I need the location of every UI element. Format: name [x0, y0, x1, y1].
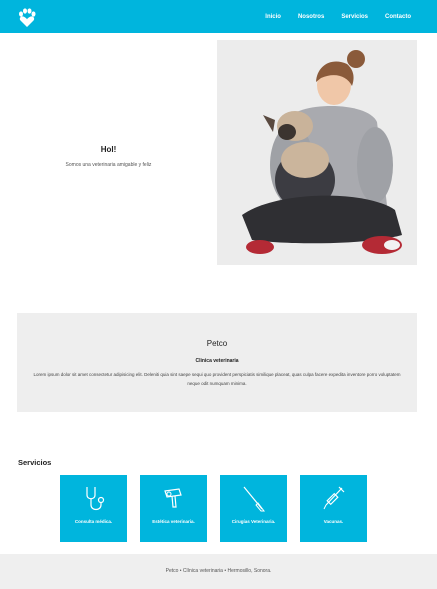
paw-heart-icon[interactable] — [17, 8, 37, 28]
service-label: Vacunas. — [323, 519, 344, 524]
service-label: Estética veterinaria. — [152, 519, 195, 524]
nav-link-inicio[interactable]: Inicio — [265, 14, 281, 20]
services-cards: Consulta médica. Estética veterinaria. C… — [60, 475, 380, 542]
service-card-consulta[interactable]: Consulta médica. — [60, 475, 127, 542]
nav-links: Inicio Nosotros Servicios Contacto — [248, 14, 411, 20]
nav-link-contacto[interactable]: Contacto — [385, 14, 411, 20]
service-card-estetica[interactable]: Estética veterinaria. — [140, 475, 207, 542]
service-label: Consulta médica. — [74, 519, 113, 524]
services-title: Servicios — [18, 458, 52, 467]
about-section: Petco Clinica veterinaria Lorem ipsum do… — [17, 313, 417, 412]
about-subtitle: Clinica veterinaria — [195, 358, 239, 364]
service-card-vacunas[interactable]: Vacunas. — [300, 475, 367, 542]
nav-link-servicios[interactable]: Servicios — [341, 14, 368, 20]
footer: Petco • Clínica veterinaria • Hermosillo… — [0, 554, 437, 589]
about-body: Lorem ipsum dolor sit amet consectetur a… — [33, 372, 401, 386]
hero-subtitle: Somos una veterinaria amigable y feliz — [65, 162, 152, 168]
nav-link-nosotros[interactable]: Nosotros — [298, 14, 324, 20]
navbar: Inicio Nosotros Servicios Contacto — [0, 0, 437, 33]
hero-title: Hol! — [100, 145, 117, 154]
about-title: Petco — [206, 339, 228, 348]
hero-section: Hol! Somos una veterinaria amigable y fe… — [0, 145, 217, 168]
syringe-icon — [323, 486, 345, 510]
footer-text: Petco • Clínica veterinaria • Hermosillo… — [165, 568, 272, 574]
scalpel-icon — [243, 486, 265, 512]
service-label: Cirugías Veterinaria. — [231, 519, 276, 524]
hero-photo-woman-with-dog — [217, 40, 417, 265]
hair-dryer-icon — [164, 488, 182, 508]
hero-illustration — [217, 40, 417, 265]
service-card-cirugias[interactable]: Cirugías Veterinaria. — [220, 475, 287, 542]
stethoscope-icon — [86, 487, 105, 511]
